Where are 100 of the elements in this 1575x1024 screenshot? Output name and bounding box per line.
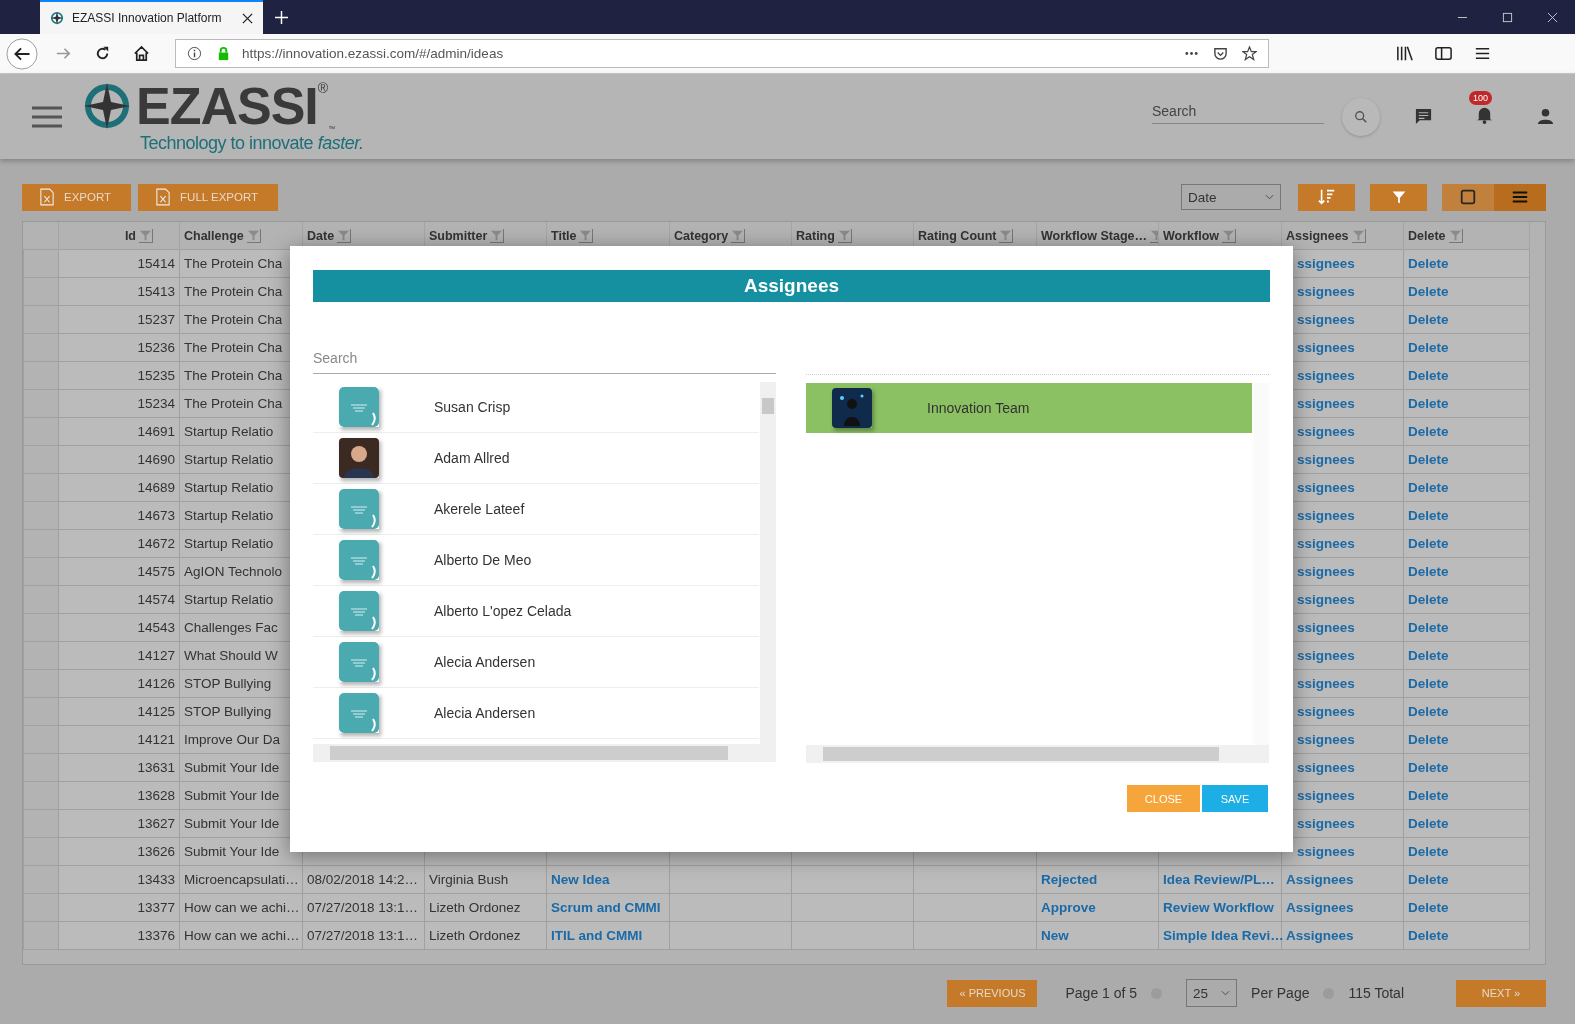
workflow-stage-link[interactable]: Rejected bbox=[1036, 865, 1159, 894]
table-cell: 14673 bbox=[58, 501, 180, 530]
delete-link[interactable]: Delete bbox=[1403, 473, 1530, 502]
table-cell: 14689 bbox=[58, 473, 180, 502]
table-cell: 15234 bbox=[58, 389, 180, 418]
workflow-link[interactable]: Simple Idea Revi… bbox=[1158, 921, 1282, 950]
user-list-item[interactable]: Akerele Lateef bbox=[313, 484, 759, 535]
delete-link[interactable]: Delete bbox=[1403, 277, 1530, 306]
delete-link[interactable]: Delete bbox=[1403, 613, 1530, 642]
table-cell: Virginia Bush bbox=[424, 865, 547, 894]
workflow-link[interactable]: Idea Review/PL… bbox=[1158, 865, 1282, 894]
workflow-stage-link[interactable]: New bbox=[1036, 921, 1159, 950]
user-list-item[interactable]: Alberto L'opez Celada bbox=[313, 586, 759, 637]
user-name: Alberto De Meo bbox=[434, 552, 532, 568]
per-page-label: Per Page bbox=[1251, 985, 1310, 1001]
user-list-item[interactable]: Adam Allred bbox=[313, 433, 759, 484]
team-name: Innovation Team bbox=[927, 400, 1030, 416]
table-cell: Lizeth Ordonez bbox=[424, 893, 547, 922]
delete-link[interactable]: Delete bbox=[1403, 753, 1530, 782]
export-button[interactable]: EXPORT bbox=[22, 183, 132, 211]
next-button[interactable]: NEXT » bbox=[1456, 979, 1546, 1007]
export-button[interactable]: FULL EXPORT bbox=[138, 183, 279, 211]
title-link[interactable]: New Idea bbox=[546, 865, 670, 894]
assigned-list-item[interactable]: Innovation Team bbox=[806, 383, 1252, 433]
table-cell: 15414 bbox=[58, 249, 180, 278]
delete-link[interactable]: Delete bbox=[1403, 921, 1530, 950]
delete-link[interactable]: Delete bbox=[1403, 529, 1530, 558]
assignees-link[interactable]: Assignees bbox=[1281, 921, 1404, 950]
table-cell: 14543 bbox=[58, 613, 180, 642]
tab-title: EZASSI Innovation Platform bbox=[72, 11, 223, 25]
url-text: https://innovation.ezassi.com/#/admin/ideas bbox=[242, 46, 504, 61]
table-cell: 14574 bbox=[58, 585, 180, 614]
table-cell: 13628 bbox=[58, 781, 180, 810]
table-cell: 13377 bbox=[58, 893, 180, 922]
user-name: Alecia Andersen bbox=[434, 654, 536, 670]
table-cell: 13631 bbox=[58, 753, 180, 782]
table-cell: 14125 bbox=[58, 697, 180, 726]
delete-link[interactable]: Delete bbox=[1403, 725, 1530, 754]
table-cell: 14672 bbox=[58, 529, 180, 558]
table-cell: 13626 bbox=[58, 837, 180, 866]
delete-link[interactable]: Delete bbox=[1403, 641, 1530, 670]
user-name: Adam Allred bbox=[434, 450, 510, 466]
registered-mark: ® bbox=[317, 79, 329, 96]
table-cell: 13433 bbox=[58, 865, 180, 894]
tagline: Technology to innovate faster. bbox=[140, 132, 364, 154]
delete-link[interactable]: Delete bbox=[1403, 893, 1530, 922]
user-name: Akerele Lateef bbox=[434, 501, 525, 517]
table-cell: 14691 bbox=[58, 417, 180, 446]
delete-link[interactable]: Delete bbox=[1403, 249, 1530, 278]
delete-link[interactable]: Delete bbox=[1403, 865, 1530, 894]
assignees-link[interactable]: Assignees bbox=[1281, 893, 1404, 922]
user-name: Alecia Andersen bbox=[434, 705, 536, 721]
user-list-item[interactable]: Alberto De Meo bbox=[313, 535, 759, 586]
total-count: 115 Total bbox=[1348, 985, 1404, 1001]
table-cell: How can we achi… bbox=[179, 921, 303, 950]
user-name: Alberto L'opez Celada bbox=[434, 603, 572, 619]
delete-link[interactable]: Delete bbox=[1403, 361, 1530, 390]
title-link[interactable]: ITIL and CMMI bbox=[546, 921, 670, 950]
workflow-stage-link[interactable]: Approve bbox=[1036, 893, 1159, 922]
user-list-item[interactable]: Alecia Andersen bbox=[313, 688, 759, 739]
delete-link[interactable]: Delete bbox=[1403, 557, 1530, 586]
table-cell: 14121 bbox=[58, 725, 180, 754]
search-field[interactable]: Search bbox=[1152, 99, 1324, 124]
table-cell: 13376 bbox=[58, 921, 180, 950]
table-cell: 14690 bbox=[58, 445, 180, 474]
delete-link[interactable]: Delete bbox=[1403, 781, 1530, 810]
page-indicator: Page 1 of 5 bbox=[1065, 985, 1138, 1001]
previous-button[interactable]: « PREVIOUS bbox=[947, 979, 1038, 1007]
delete-link[interactable]: Delete bbox=[1403, 501, 1530, 530]
title-link[interactable]: Scrum and CMMI bbox=[546, 893, 670, 922]
table-cell: Microencapsulati… bbox=[179, 865, 303, 894]
delete-link[interactable]: Delete bbox=[1403, 445, 1530, 474]
user-name: Susan Crisp bbox=[434, 399, 511, 415]
delete-link[interactable]: Delete bbox=[1403, 417, 1530, 446]
address-bar[interactable]: https://innovation.ezassi.com/#/admin/ideas bbox=[175, 39, 1269, 68]
table-cell: 08/02/2018 14:2… bbox=[302, 865, 425, 894]
browser-tab[interactable]: EZASSI Innovation Platform bbox=[40, 0, 263, 34]
delete-link[interactable]: Delete bbox=[1403, 305, 1530, 334]
workflow-link[interactable]: Review Workflow bbox=[1158, 893, 1282, 922]
assignees-link[interactable]: Assignees bbox=[1281, 865, 1404, 894]
sort-select[interactable]: Date bbox=[1181, 184, 1281, 210]
table-cell: 15413 bbox=[58, 277, 180, 306]
close-button[interactable]: CLOSE bbox=[1127, 785, 1200, 812]
table-cell: 07/27/2018 13:1… bbox=[302, 893, 425, 922]
user-list-item[interactable]: Alecia Andersen bbox=[313, 637, 759, 688]
delete-link[interactable]: Delete bbox=[1403, 333, 1530, 362]
delete-link[interactable]: Delete bbox=[1403, 809, 1530, 838]
table-cell: 13627 bbox=[58, 809, 180, 838]
table-cell: 15236 bbox=[58, 333, 180, 362]
delete-link[interactable]: Delete bbox=[1403, 585, 1530, 614]
delete-link[interactable]: Delete bbox=[1403, 669, 1530, 698]
per-page-select[interactable]: 25 bbox=[1186, 979, 1238, 1007]
delete-link[interactable]: Delete bbox=[1403, 837, 1530, 866]
delete-link[interactable]: Delete bbox=[1403, 389, 1530, 418]
delete-link[interactable]: Delete bbox=[1403, 697, 1530, 726]
table-cell: How can we achi… bbox=[179, 893, 303, 922]
notification-badge: 100 bbox=[1469, 91, 1493, 105]
table-cell: Lizeth Ordonez bbox=[424, 921, 547, 950]
user-list-item[interactable]: Susan Crisp bbox=[313, 382, 759, 433]
save-button[interactable]: SAVE bbox=[1202, 785, 1268, 812]
